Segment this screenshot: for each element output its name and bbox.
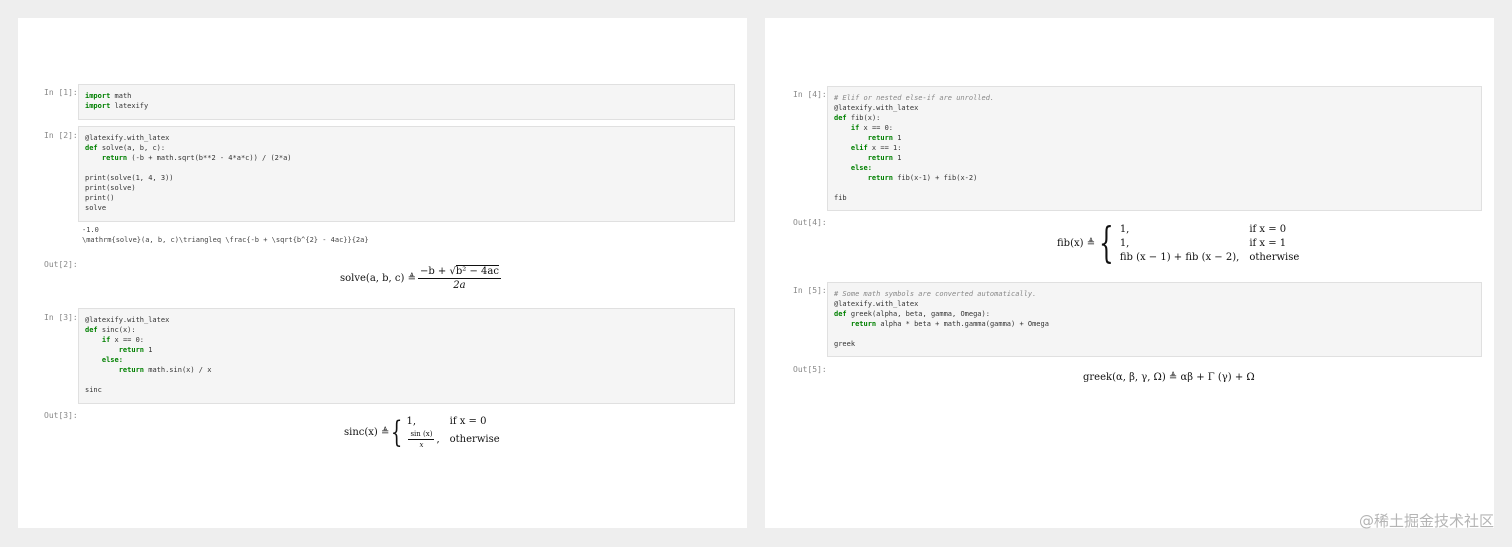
code-editor-3[interactable]: @latexify.with_latex def sinc(x): if x =… bbox=[85, 315, 728, 395]
input-prompt-4: In [4]: bbox=[793, 90, 827, 99]
stream-output-2: -1.0 \mathrm{solve}(a, b, c)\triangleq \… bbox=[82, 226, 369, 244]
code-cell-5[interactable]: # Some math symbols are converted automa… bbox=[827, 282, 1482, 357]
code-editor-1[interactable]: import math import latexify bbox=[85, 91, 728, 111]
code-cell-1[interactable]: import math import latexify bbox=[78, 84, 735, 120]
output-prompt-5: Out[5]: bbox=[793, 365, 827, 374]
solve-fraction: −b + √b² − 4ac 2a bbox=[417, 265, 501, 291]
code-editor-4[interactable]: # Elif or nested else-if are unrolled. @… bbox=[834, 93, 1475, 203]
code-editor-5[interactable]: # Some math symbols are converted automa… bbox=[834, 289, 1475, 349]
left-brace-icon: { bbox=[1099, 218, 1114, 267]
math-output-sinc: sinc(x) ≜ { 1, if x = 0 sin (x) x, otherw… bbox=[344, 414, 500, 450]
math-output-fib: fib(x) ≜ { 1, if x = 0 1, if x = 1 fib (… bbox=[1057, 218, 1300, 267]
input-prompt-1: In [1]: bbox=[44, 88, 78, 97]
math-output-greek: greek(α, β, γ, Ω) ≜ αβ + Γ (γ) + Ω bbox=[1083, 372, 1255, 383]
input-prompt-2: In [2]: bbox=[44, 131, 78, 140]
math-output-solve: solve(a, b, c) ≜ −b + √b² − 4ac 2a bbox=[340, 265, 501, 291]
code-cell-3[interactable]: @latexify.with_latex def sinc(x): if x =… bbox=[78, 308, 735, 404]
left-brace-icon: { bbox=[391, 414, 403, 450]
notebook-page-right: In [4]: # Elif or nested else-if are unr… bbox=[765, 18, 1494, 528]
output-prompt-3: Out[3]: bbox=[44, 411, 78, 420]
watermark: @稀土掘金技术社区 bbox=[1358, 512, 1494, 530]
input-prompt-5: In [5]: bbox=[793, 286, 827, 295]
notebook-page-left: In [1]: import math import latexify In [… bbox=[18, 18, 747, 528]
output-prompt-4: Out[4]: bbox=[793, 218, 827, 227]
code-editor-2[interactable]: @latexify.with_latex def solve(a, b, c):… bbox=[85, 133, 728, 213]
output-prompt-2: Out[2]: bbox=[44, 260, 78, 269]
code-cell-4[interactable]: # Elif or nested else-if are unrolled. @… bbox=[827, 86, 1482, 211]
code-cell-2[interactable]: @latexify.with_latex def solve(a, b, c):… bbox=[78, 126, 735, 222]
input-prompt-3: In [3]: bbox=[44, 313, 78, 322]
